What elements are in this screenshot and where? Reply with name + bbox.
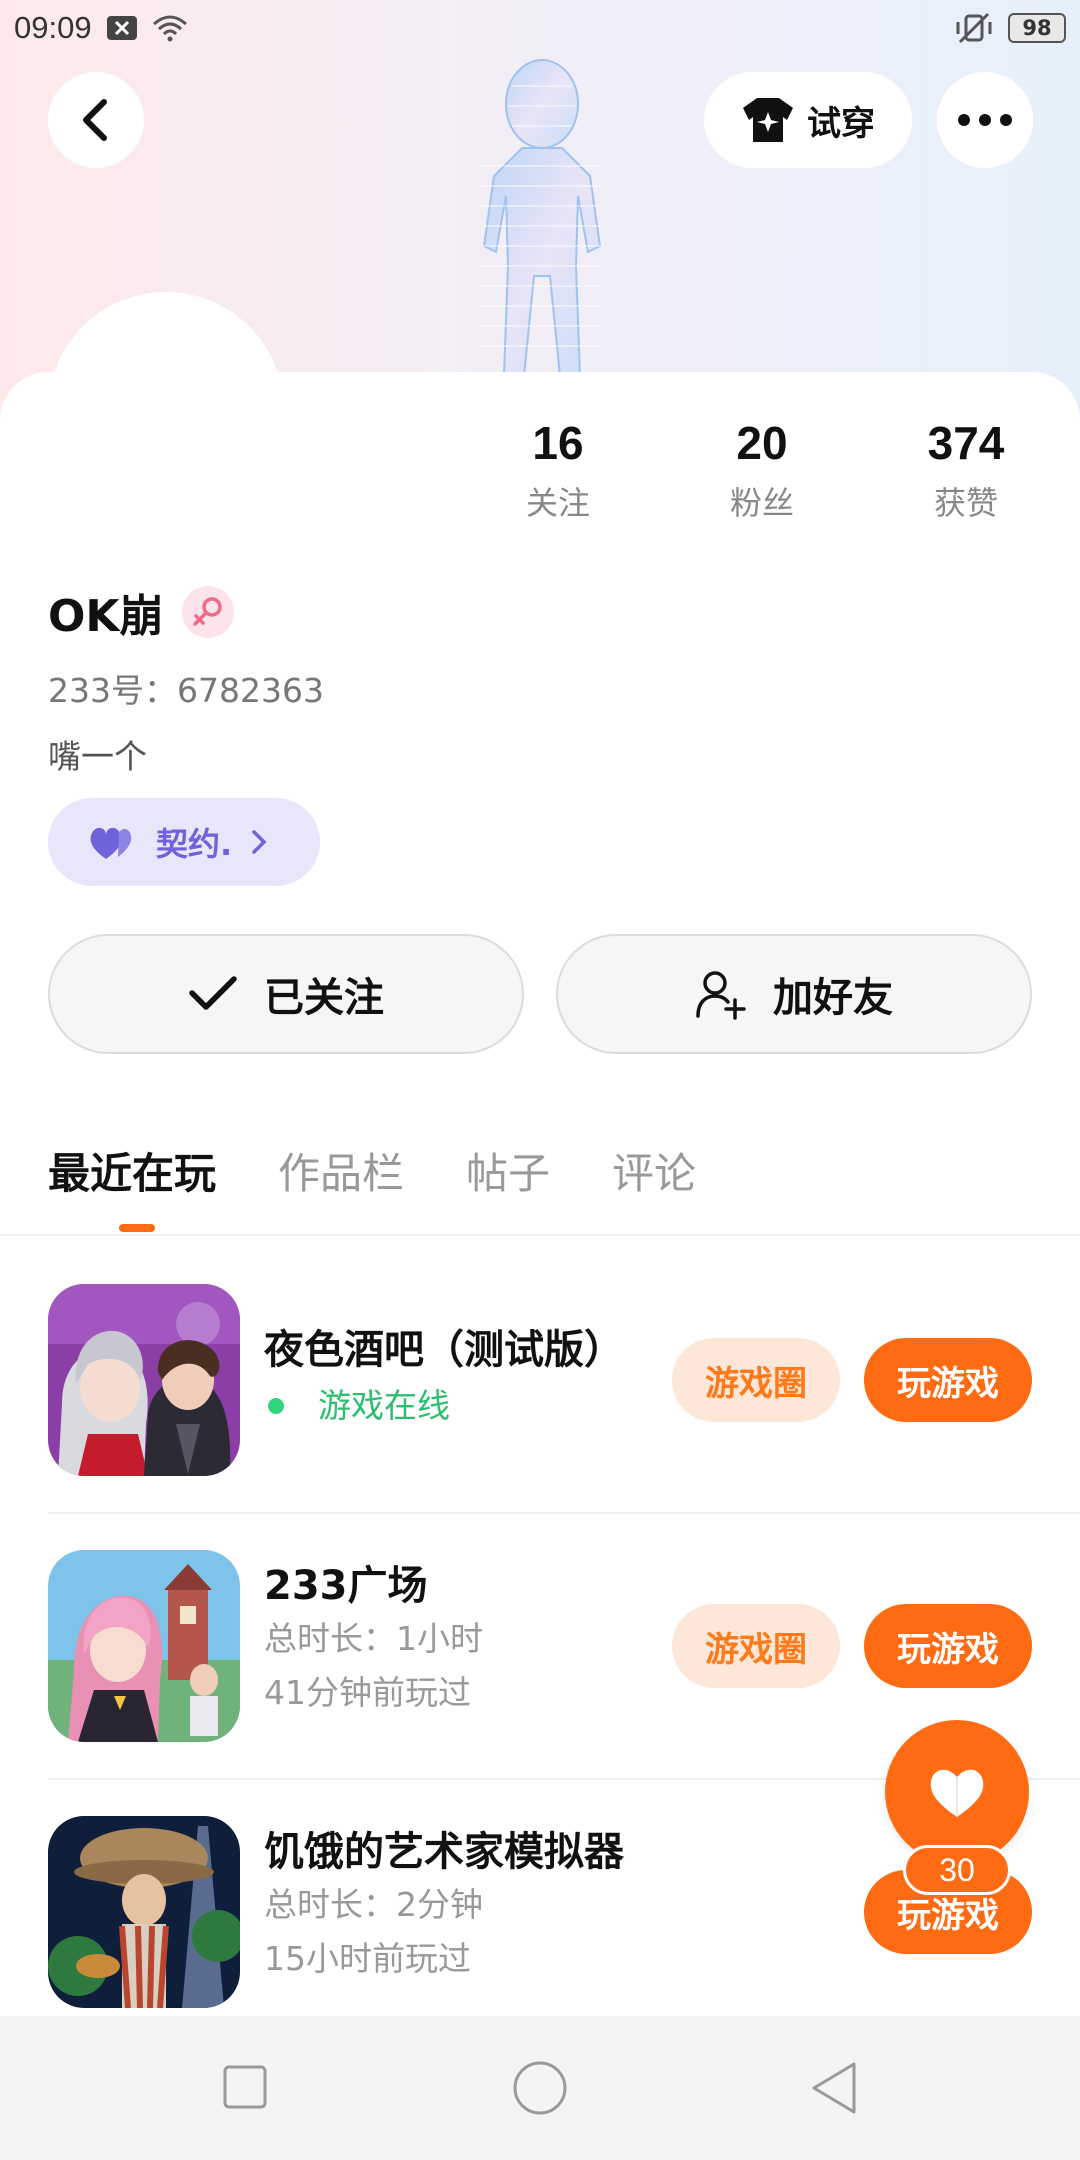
back-nav-icon[interactable] [808, 2060, 860, 2116]
stat-likes[interactable]: 374 获赞 [886, 416, 1046, 524]
try-on-label: 试穿 [807, 103, 875, 144]
game-circle-button[interactable]: 游戏圈 [672, 1604, 840, 1688]
avatar-3d-figure[interactable] [452, 56, 632, 376]
like-floating-button[interactable] [885, 1720, 1029, 1864]
back-button[interactable] [48, 72, 144, 168]
game-row-night-bar[interactable]: 夜色酒吧（测试版） 游戏在线 游戏圈 玩游戏 [48, 1284, 1080, 1478]
username-row: OK崩 [48, 580, 234, 644]
vibrate-mute-icon [954, 12, 994, 44]
chevron-left-icon [83, 99, 107, 141]
game-icon-night-bar[interactable] [48, 1284, 240, 1476]
followed-button[interactable]: 已关注 [48, 934, 524, 1054]
followed-label: 已关注 [264, 975, 384, 1021]
add-user-icon [696, 971, 746, 1020]
game-info: 饥饿的艺术家模拟器 总时长：2分钟 15小时前玩过 [264, 1816, 624, 1986]
female-gender-icon [181, 586, 234, 638]
game-icon-hungry-artist[interactable] [48, 1816, 240, 2008]
add-friend-label: 加好友 [773, 975, 893, 1021]
chevron-right-icon [252, 830, 267, 854]
more-dots-icon [958, 114, 1012, 126]
like-count-badge: 30 [903, 1845, 1011, 1895]
more-button[interactable] [937, 72, 1033, 168]
status-time: 09:09 [14, 10, 92, 45]
notification-x-icon [106, 14, 138, 42]
stat-likes-label: 获赞 [933, 484, 998, 522]
stat-fans-label: 粉丝 [729, 484, 794, 522]
tab-comments[interactable]: 评论 [612, 1140, 696, 1201]
profile-tabs: 最近在玩 作品栏 帖子 评论 [48, 1140, 758, 1201]
contract-label: 契约. [156, 825, 233, 863]
game-circle-button[interactable]: 游戏圈 [672, 1338, 840, 1422]
battery-indicator: 98 [1008, 13, 1066, 43]
game-info: 夜色酒吧（测试版） 游戏在线 [264, 1284, 624, 1436]
stat-following-count: 16 [532, 417, 584, 469]
add-friend-button[interactable]: 加好友 [556, 934, 1032, 1054]
tab-works[interactable]: 作品栏 [278, 1140, 404, 1201]
game-info: 233广场 总时长：1小时 41分钟前玩过 [264, 1550, 483, 1720]
system-nav-bar [0, 2016, 1080, 2160]
status-bar: 09:09 98 [0, 0, 1080, 56]
heart-icon [930, 1769, 984, 1817]
play-game-button[interactable]: 玩游戏 [864, 1338, 1032, 1422]
row-divider [48, 1512, 1080, 1514]
shirt-icon [743, 98, 793, 142]
checkmark-icon [189, 976, 237, 1010]
stat-fans-count: 20 [736, 417, 788, 469]
username: OK崩 [48, 591, 164, 642]
game-title: 饥饿的艺术家模拟器 [264, 1829, 624, 1875]
game-title: 夜色酒吧（测试版） [264, 1327, 624, 1373]
try-on-button[interactable]: 试穿 [704, 72, 912, 168]
game-title: 233广场 [264, 1563, 428, 1609]
tabs-divider [0, 1234, 1080, 1236]
active-tab-indicator [119, 1224, 155, 1232]
user-id: 233号：6782363 [48, 671, 324, 710]
tab-recently-played[interactable]: 最近在玩 [48, 1140, 216, 1201]
online-status: 游戏在线 [264, 1376, 624, 1436]
online-dot-icon [268, 1398, 284, 1414]
stat-likes-count: 374 [927, 417, 1005, 469]
game-duration: 总时长：2分钟 [264, 1885, 483, 1924]
play-game-button[interactable]: 玩游戏 [864, 1604, 1032, 1688]
online-status-label: 游戏在线 [318, 1386, 450, 1425]
wifi-icon [152, 14, 188, 42]
game-last-played: 41分钟前玩过 [264, 1673, 471, 1712]
contract-button[interactable]: 契约. [48, 798, 320, 886]
game-last-played: 15小时前玩过 [264, 1939, 471, 1978]
user-bio: 嘴一个 [48, 737, 147, 776]
tab-posts[interactable]: 帖子 [466, 1140, 550, 1201]
home-icon[interactable] [512, 2060, 568, 2116]
profile-header [0, 0, 1080, 420]
stat-following-label: 关注 [525, 484, 590, 522]
game-icon-233-plaza[interactable] [48, 1550, 240, 1742]
heart-contract-icon [90, 827, 132, 859]
game-row-233-plaza[interactable]: 233广场 总时长：1小时 41分钟前玩过 游戏圈 玩游戏 [48, 1550, 1080, 1744]
recent-apps-icon[interactable] [222, 2064, 268, 2110]
stat-fans[interactable]: 20 粉丝 [682, 416, 842, 524]
game-duration: 总时长：1小时 [264, 1619, 483, 1658]
stat-following[interactable]: 16 关注 [478, 416, 638, 524]
